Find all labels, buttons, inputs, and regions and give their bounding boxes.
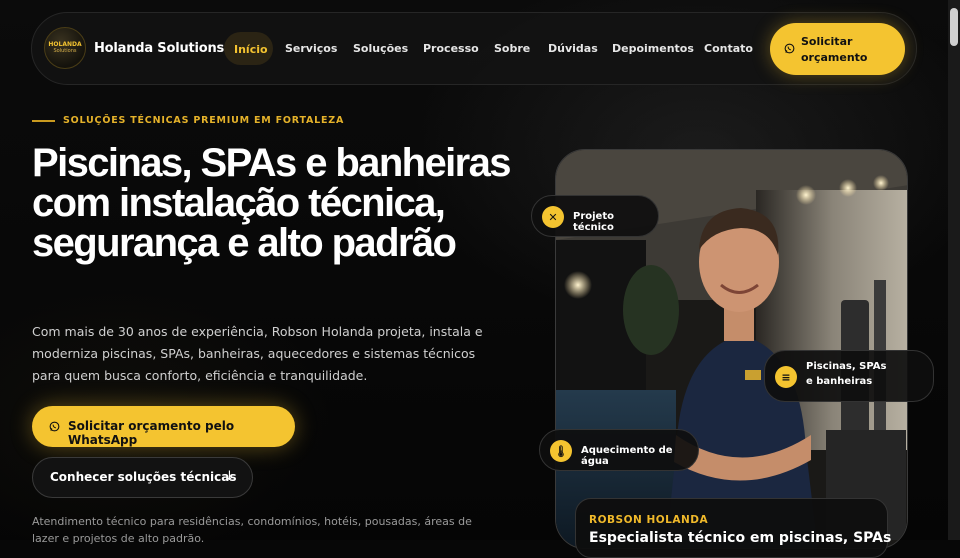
nav-link-inicio[interactable]: Início xyxy=(234,43,268,56)
nav-link-processo[interactable]: Processo xyxy=(423,42,479,55)
technical-solutions-button[interactable]: Conhecer soluções técnicas ↓ xyxy=(32,457,253,498)
hero-eyebrow: SOLUÇÕES TÉCNICAS PREMIUM EM FORTALEZA xyxy=(63,115,345,126)
thermometer-icon: 🌡 xyxy=(550,440,572,462)
nav-quote-label: Solicitar orçamento xyxy=(801,35,868,64)
nav-link-sobre[interactable]: Sobre xyxy=(494,42,530,55)
nav-link-solucoes[interactable]: Soluções xyxy=(353,42,408,55)
nav-link-contato[interactable]: Contato xyxy=(704,42,753,55)
tools-icon: ✕ xyxy=(542,206,564,228)
logo-text-line2: Solutions xyxy=(53,48,77,54)
whatsapp-quote-button[interactable]: Solicitar orçamento pelo WhatsApp xyxy=(32,406,295,447)
logo-text-line1: HOLANDA xyxy=(48,41,82,48)
hero-headline: Piscinas, SPAs e banheiras com instalaçã… xyxy=(32,141,512,265)
nav-item-inicio[interactable]: Início xyxy=(224,32,273,65)
brand-name[interactable]: Holanda Solutions xyxy=(94,41,224,56)
whatsapp-icon xyxy=(784,43,795,54)
profile-role: Especialista técnico em piscinas, SPAs xyxy=(589,530,892,546)
eyebrow-divider xyxy=(32,120,55,122)
technical-solutions-label: Conhecer soluções técnicas xyxy=(50,470,237,484)
scrollbar-thumb[interactable] xyxy=(950,8,958,46)
page-scrollbar[interactable] xyxy=(948,0,960,540)
nav-link-servicos[interactable]: Serviços xyxy=(285,42,337,55)
chip-label: Piscinas, SPAs e banheiras xyxy=(806,361,887,387)
hero-lead: Com mais de 30 anos de experiência, Robs… xyxy=(32,324,483,383)
hero-footnote: Atendimento técnico para residências, co… xyxy=(32,515,472,545)
nav-link-depoimentos[interactable]: Depoimentos xyxy=(612,42,694,55)
chip-label: Aquecimento de água xyxy=(581,445,673,467)
chip-label: Projeto técnico xyxy=(573,211,614,233)
profile-name: ROBSON HOLANDA xyxy=(589,514,709,526)
top-navbar: HOLANDA Solutions Holanda Solutions Iníc… xyxy=(31,12,917,85)
chip-projeto-tecnico: ✕ Projeto técnico xyxy=(531,195,659,237)
whatsapp-icon xyxy=(49,421,60,432)
chip-piscinas-spas: ≡ Piscinas, SPAs e banheiras xyxy=(764,350,934,402)
brand-logo[interactable]: HOLANDA Solutions xyxy=(44,27,86,69)
list-icon: ≡ xyxy=(775,366,797,388)
whatsapp-quote-label: Solicitar orçamento pelo WhatsApp xyxy=(68,419,235,447)
nav-quote-button[interactable]: Solicitar orçamento xyxy=(770,23,905,75)
nav-link-duvidas[interactable]: Dúvidas xyxy=(548,42,598,55)
chip-aquecimento: 🌡 Aquecimento de água xyxy=(539,429,699,471)
arrow-down-icon: ↓ xyxy=(224,469,235,484)
profile-name-card: ROBSON HOLANDA Especialista técnico em p… xyxy=(575,498,892,558)
